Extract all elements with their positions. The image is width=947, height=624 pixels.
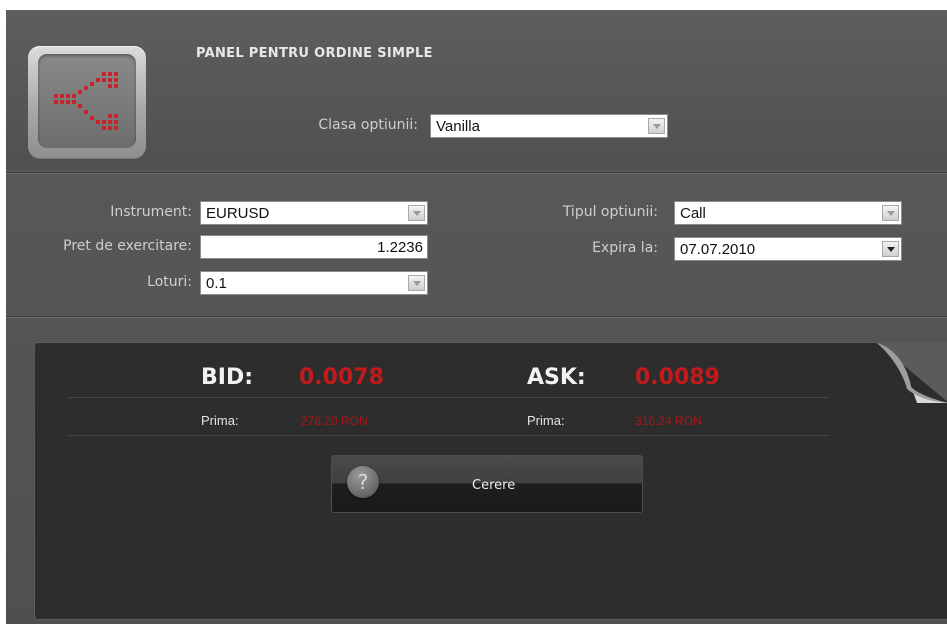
strike-input[interactable]: 1.2236 (200, 235, 428, 259)
app-logo (28, 46, 146, 158)
header-section (6, 10, 947, 170)
request-button[interactable]: ? Cerere (331, 455, 643, 513)
order-panel-window: PANEL PENTRU ORDINE SIMPLE Clasa optiuni… (6, 10, 947, 624)
lots-select[interactable]: 0.1 (200, 271, 428, 295)
separator-dots (69, 397, 829, 398)
strike-value: 1.2236 (377, 239, 423, 256)
option-type-select[interactable]: Call (674, 201, 902, 225)
option-class-value: Vanilla (436, 118, 480, 135)
chevron-down-icon[interactable] (882, 241, 899, 257)
split-arrows-icon (38, 54, 136, 148)
instrument-label: Instrument: (110, 204, 192, 220)
ask-premium-value: 316.24 RON (635, 414, 702, 428)
divider (6, 172, 947, 173)
divider (6, 316, 947, 317)
chevron-down-icon[interactable] (408, 205, 425, 221)
option-class-select[interactable]: Vanilla (430, 114, 668, 138)
instrument-value: EURUSD (206, 205, 270, 222)
expiry-label: Expira la: (592, 240, 658, 256)
instrument-select[interactable]: EURUSD (200, 201, 428, 225)
option-type-value: Call (680, 205, 706, 222)
page-title: PANEL PENTRU ORDINE SIMPLE (196, 46, 433, 61)
bid-value: 0.0078 (299, 365, 384, 390)
bid-label: BID: (201, 365, 254, 390)
question-icon: ? (347, 466, 379, 498)
lots-value: 0.1 (206, 275, 227, 292)
separator-dots (69, 435, 829, 436)
option-type-label: Tipul optiunii: (562, 204, 658, 220)
bid-premium-value: 276.20 RON (301, 414, 368, 428)
chevron-down-icon[interactable] (648, 118, 665, 134)
chevron-down-icon[interactable] (408, 275, 425, 291)
chevron-down-icon[interactable] (882, 205, 899, 221)
ask-label: ASK: (527, 365, 586, 390)
lots-label: Loturi: (147, 274, 192, 290)
quote-panel: BID: 0.0078 ASK: 0.0089 Prima: 276.20 RO… (34, 342, 947, 620)
request-button-label: Cerere (472, 478, 516, 493)
expiry-select[interactable]: 07.07.2010 (674, 237, 902, 261)
ask-value: 0.0089 (635, 365, 720, 390)
option-class-label: Clasa optiunii: (318, 117, 418, 133)
page-curl-decoration (877, 343, 947, 403)
strike-label: Pret de exercitare: (63, 238, 192, 254)
bid-premium-label: Prima: (201, 413, 239, 428)
ask-premium-label: Prima: (527, 413, 565, 428)
expiry-value: 07.07.2010 (680, 241, 756, 258)
